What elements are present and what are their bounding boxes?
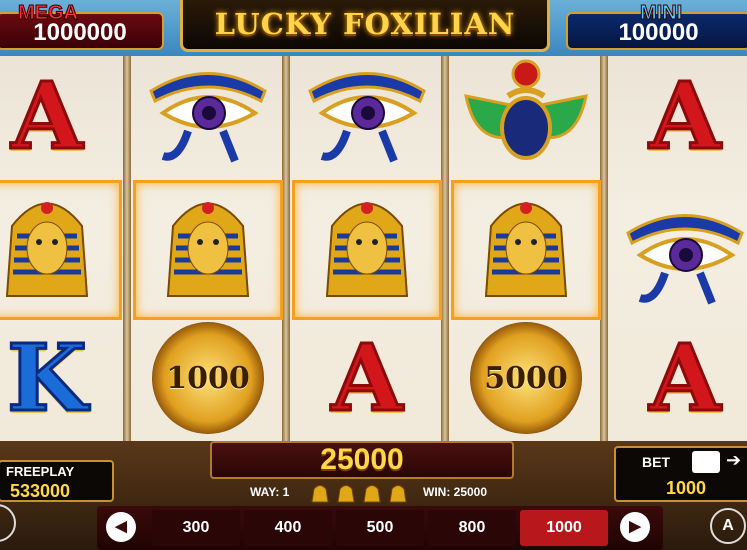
bet-option[interactable]: 800 [428,510,516,546]
letter-a-glyph: A [648,62,722,170]
letter-a-glyph: A [330,324,404,432]
way-label: WAY: 1 [250,485,290,499]
mega-value: 1000000 [33,19,127,46]
mini-value: 100000 [618,19,699,46]
pharaoh-icon [325,202,409,297]
symbol-pharaoh [451,186,601,306]
freeplay-label: FREEPLAY [6,464,75,479]
eye-of-horus-icon [626,214,744,305]
bet-option[interactable]: 400 [244,510,332,546]
symbol-letter-a: A [610,56,747,176]
pharaoh-icon [166,202,250,297]
letter-k-glyph: K [6,324,89,432]
reel-2: 1000 [133,56,283,441]
symbol-coin: 1000 [133,318,283,438]
letter-a-glyph: A [10,62,84,170]
coin-icon: 5000 [470,322,582,434]
symbol-coin: 5000 [451,318,601,438]
bet-label: BET [642,454,670,470]
eye-of-horus-icon [149,72,267,163]
reel-1: A K [0,56,122,441]
mini-jackpot: MINI 100000 [566,2,747,50]
game-stage: MEGA 1000000 LUCKY FOXILIAN MINI 100000 … [0,0,747,550]
symbol-letter-k: K [0,318,122,438]
reel-divider [441,56,449,441]
arrow-right-icon[interactable]: ➔ [726,450,741,471]
freeplay-panel: FREEPLAY 533000 [0,460,114,502]
symbol-scarab [451,56,601,176]
symbol-pharaoh [133,186,283,306]
bet-option[interactable]: 300 [152,510,240,546]
coin-icon: 1000 [152,322,264,434]
bet-panel: BET ➔ 1000 [614,446,747,502]
symbol-eye-of-horus [610,198,747,318]
eye-of-horus-icon [308,72,426,163]
reel-divider [282,56,290,441]
bet-prev-button[interactable]: ◀ [106,512,136,542]
symbol-pharaoh [292,186,442,306]
reel-3: A [292,56,442,441]
bet-option[interactable]: 500 [336,510,424,546]
reel-5: A A [610,56,747,441]
win-info-line: WAY: 1 WIN: 25000 [230,483,530,503]
win-label: WIN: 25000 [423,485,488,499]
reel-divider [123,56,131,441]
pharaoh-mini-icons [311,485,407,503]
symbol-pharaoh [0,186,122,306]
game-logo: LUCKY FOXILIAN [180,0,550,52]
coin-value: 1000 [166,360,250,396]
win-amount: 25000 [210,441,514,479]
symbol-eye-of-horus [133,56,283,176]
bet-value: 1000 [666,478,707,498]
symbol-letter-a: A [292,318,442,438]
bet-option-selected[interactable]: 1000 [520,510,608,546]
symbol-letter-a: A [0,56,122,176]
freeplay-value: 533000 [10,481,71,501]
symbol-letter-a: A [610,318,747,438]
pharaoh-icon [5,202,89,297]
reel-4: 5000 [451,56,601,441]
letter-a-glyph: A [648,324,722,432]
symbol-eye-of-horus [292,56,442,176]
scarab-icon [464,59,588,160]
bet-next-button[interactable]: ▶ [620,512,650,542]
autoplay-button[interactable]: A [710,508,746,544]
coin-value: 5000 [484,360,568,396]
reel-divider [600,56,608,441]
pharaoh-icon [484,202,568,297]
bet-toggle[interactable] [692,451,720,473]
mega-jackpot: MEGA 1000000 [0,2,164,50]
